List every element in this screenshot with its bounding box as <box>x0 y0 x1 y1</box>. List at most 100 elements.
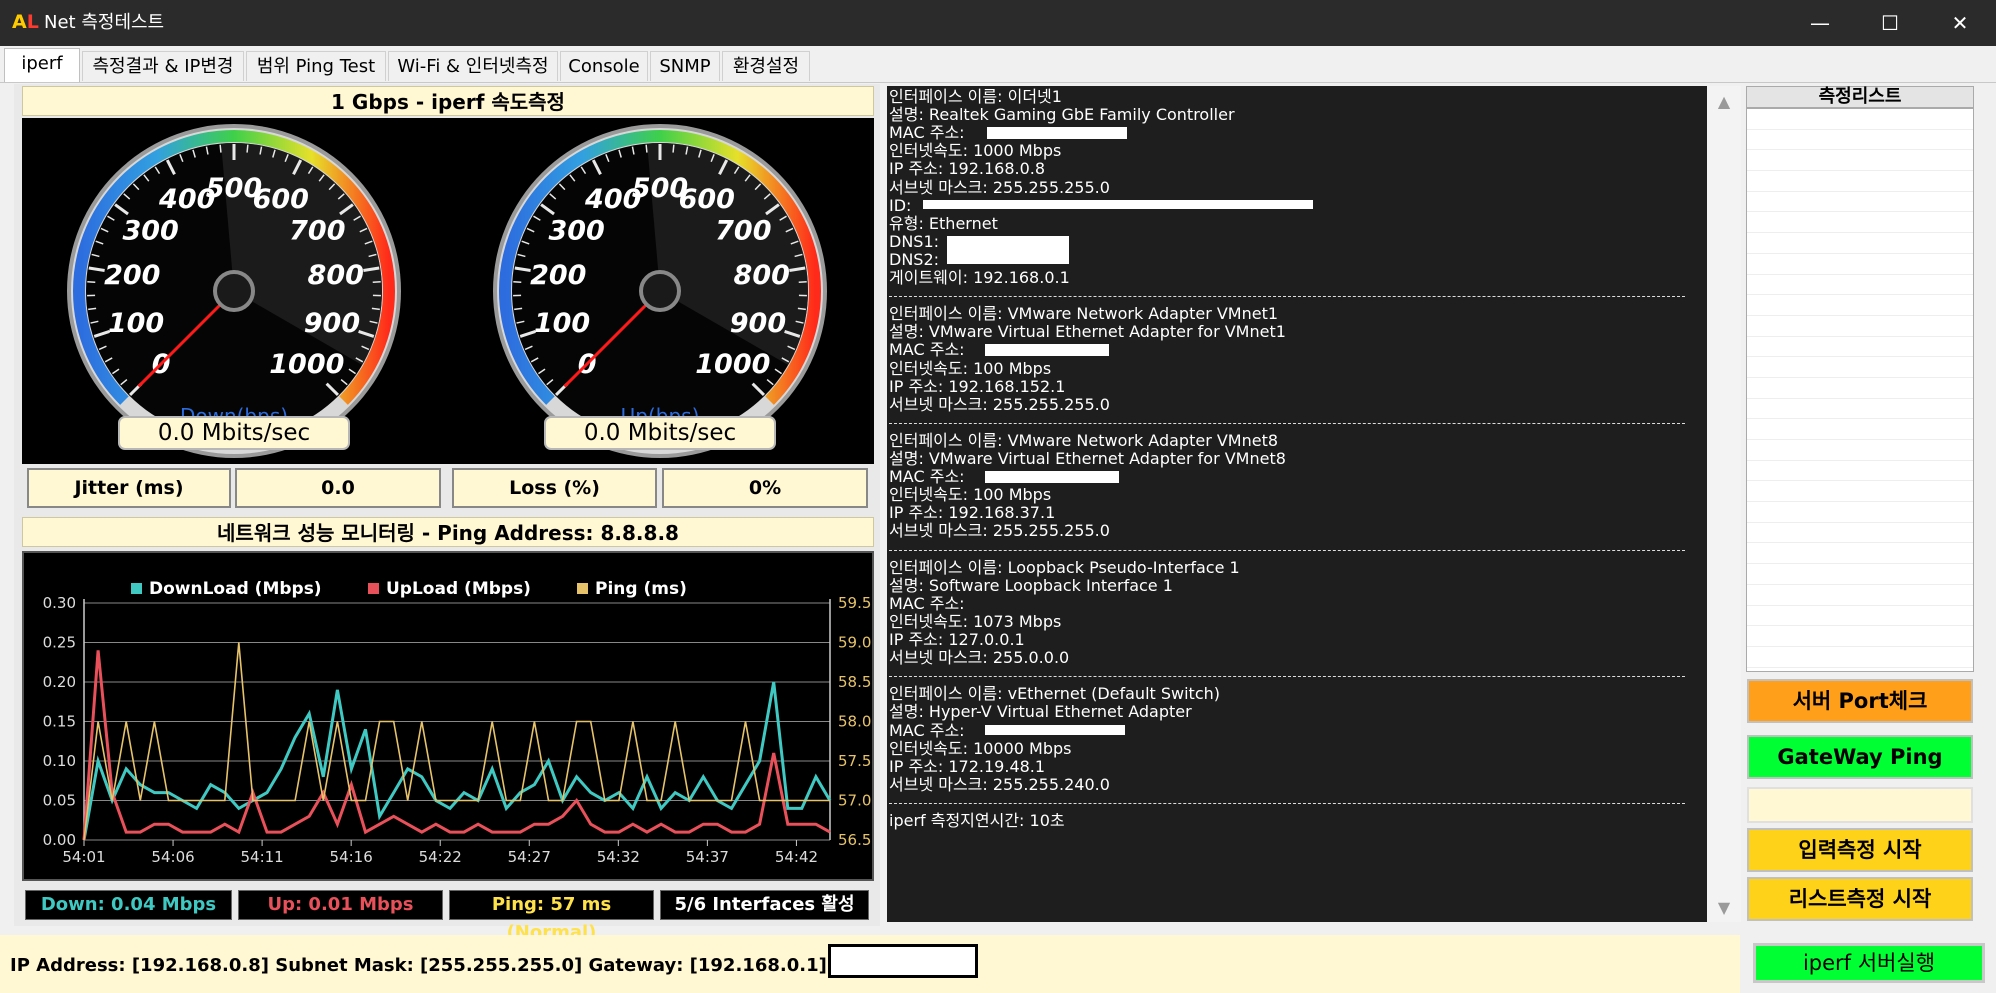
upload-tick-label: 700 <box>715 215 771 246</box>
jitter-value: 0.0 <box>235 468 441 508</box>
server-port-check-button[interactable]: 서버 Port체크 <box>1747 679 1973 723</box>
scroll-down-icon[interactable]: ▼ <box>1707 898 1741 917</box>
tab-wifi[interactable]: Wi-Fi & 인터넷측정 <box>388 51 558 81</box>
title-bar: AL Net 측정테스트 — ☐ ✕ <box>0 0 1996 46</box>
info-line: 인터페이스 이름: VMware Network Adapter VMnet8 <box>889 430 1279 450</box>
info-line: iperf 측정지연시간: 10초 <box>889 811 1065 830</box>
list-item[interactable] <box>1747 171 1973 192</box>
list-item[interactable] <box>1747 626 1973 647</box>
y-left-tick-label: 0.20 <box>43 673 76 691</box>
mac-address-field <box>828 944 978 978</box>
list-item[interactable] <box>1747 502 1973 523</box>
list-item[interactable] <box>1747 192 1973 213</box>
download-tick-label: 800 <box>308 260 364 291</box>
tab-iperf[interactable]: iperf <box>4 48 80 82</box>
list-item[interactable] <box>1747 585 1973 606</box>
status-interfaces: 5/6 Interfaces 활성 <box>660 890 869 920</box>
info-line: 게이트웨이: 192.168.0.1 <box>889 268 1070 287</box>
info-scrollbar[interactable]: ▲ ▼ <box>1707 86 1741 922</box>
x-tick-label: 54:27 <box>508 848 551 866</box>
list-item[interactable] <box>1747 647 1973 668</box>
info-line: 설명: VMware Virtual Ethernet Adapter for … <box>889 322 1286 342</box>
monitor-title: 네트워크 성능 모니터링 - Ping Address: 8.8.8.8 <box>22 517 874 547</box>
info-line: 설명: Software Loopback Interface 1 <box>889 575 1173 595</box>
list-measure-start-button[interactable]: 리스트측정 시작 <box>1747 877 1973 921</box>
list-item[interactable] <box>1747 357 1973 378</box>
side-input-field[interactable] <box>1747 787 1973 823</box>
list-item[interactable] <box>1747 109 1973 130</box>
tab-settings[interactable]: 환경설정 <box>722 51 810 81</box>
list-item[interactable] <box>1747 564 1973 585</box>
redacted-value <box>923 199 1313 209</box>
download-tick-label: 100 <box>108 308 164 339</box>
list-item[interactable] <box>1747 233 1973 254</box>
tab-console[interactable]: Console <box>560 51 648 81</box>
performance-line-chart: 0.00 0.05 0.10 0.15 0.20 0.25 0.30 56.5 57.0 57.5… <box>43 579 872 866</box>
info-line: 인터페이스 이름: 이더넷1 <box>889 87 1062 106</box>
list-item[interactable] <box>1747 275 1973 296</box>
status-ping: Ping: 57 ms (Normal) <box>449 890 654 943</box>
info-line: 인터넷속도: 100 Mbps <box>889 485 1052 505</box>
tab-range-ping[interactable]: 범위 Ping Test <box>246 51 386 81</box>
list-item[interactable] <box>1747 399 1973 420</box>
measure-list-title: 측정리스트 <box>1746 86 1974 108</box>
list-item[interactable] <box>1747 606 1973 627</box>
separator <box>889 296 1685 298</box>
loss-value: 0% <box>662 468 868 508</box>
scroll-up-icon[interactable]: ▲ <box>1707 92 1741 111</box>
info-line: 서브넷 마스크: 255.255.255.0 <box>889 177 1110 197</box>
list-item[interactable] <box>1747 130 1973 151</box>
tab-results-ip[interactable]: 측정결과 & IP변경 <box>82 51 244 81</box>
info-line: 서브넷 마스크: 255.255.255.0 <box>889 394 1110 414</box>
info-line: 인터페이스 이름: Loopback Pseudo-Interface 1 <box>889 557 1240 577</box>
list-item[interactable] <box>1747 295 1973 316</box>
list-item[interactable] <box>1747 543 1973 565</box>
upload-gauge: 01002003004005006007008009001000Up(bps) <box>493 124 827 458</box>
upload-tick-label: 800 <box>734 260 790 291</box>
info-line: MAC 주소: <box>889 123 965 143</box>
gateway-ping-button[interactable]: GateWay Ping <box>1747 735 1973 779</box>
y-right-tick-label: 58.0 <box>838 713 871 731</box>
download-legend-swatch <box>131 583 142 594</box>
separator <box>889 802 1685 804</box>
info-line: 서브넷 마스크: 255.0.0.0 <box>889 648 1070 668</box>
x-tick-label: 54:37 <box>686 848 729 866</box>
info-line: 인터넷속도: 1073 Mbps <box>889 611 1062 631</box>
upload-legend-swatch <box>368 583 379 594</box>
redacted-value <box>985 344 1109 357</box>
y-right-tick-label: 56.5 <box>838 831 871 849</box>
measure-list[interactable] <box>1746 108 1974 672</box>
list-item[interactable] <box>1747 212 1973 234</box>
info-line: MAC 주소: <box>889 340 965 360</box>
list-item[interactable] <box>1747 378 1973 399</box>
info-line: DNS1: <box>889 231 940 251</box>
list-item[interactable] <box>1747 419 1973 440</box>
info-line: IP 주소: 192.168.37.1 <box>889 503 1056 523</box>
info-line: 설명: Realtek Gaming GbE Family Controller <box>889 105 1235 125</box>
list-item[interactable] <box>1747 523 1973 544</box>
info-line: 설명: Hyper-V Virtual Ethernet Adapter <box>889 702 1192 722</box>
maximize-button[interactable]: ☐ <box>1855 0 1925 46</box>
list-item[interactable] <box>1747 316 1973 337</box>
minimize-button[interactable]: — <box>1785 0 1855 46</box>
list-item[interactable] <box>1747 461 1973 482</box>
close-button[interactable]: ✕ <box>1925 0 1995 46</box>
info-line: 인터넷속도: 100 Mbps <box>889 358 1052 378</box>
x-tick-label: 54:42 <box>775 848 818 866</box>
input-measure-start-button[interactable]: 입력측정 시작 <box>1747 828 1973 872</box>
info-line: 서브넷 마스크: 255.255.240.0 <box>889 774 1110 794</box>
iperf-server-button[interactable]: iperf 서버실행 <box>1753 943 1985 983</box>
interface-info-panel[interactable]: 인터페이스 이름: 이더넷1 설명: Realtek Gaming GbE Fam… <box>887 86 1707 922</box>
list-item[interactable] <box>1747 440 1973 461</box>
app-logo-icon: AL <box>12 11 39 33</box>
list-item[interactable] <box>1747 481 1973 503</box>
list-item[interactable] <box>1747 337 1973 358</box>
upload-series-line <box>82 650 831 841</box>
list-item[interactable] <box>1747 254 1973 275</box>
list-item[interactable] <box>1747 150 1973 172</box>
download-tick-label: 300 <box>122 215 178 246</box>
tab-snmp[interactable]: SNMP <box>650 51 720 81</box>
y-left-tick-label: 0.30 <box>43 594 76 612</box>
info-line: MAC 주소: <box>889 720 965 740</box>
separator <box>889 676 1685 678</box>
